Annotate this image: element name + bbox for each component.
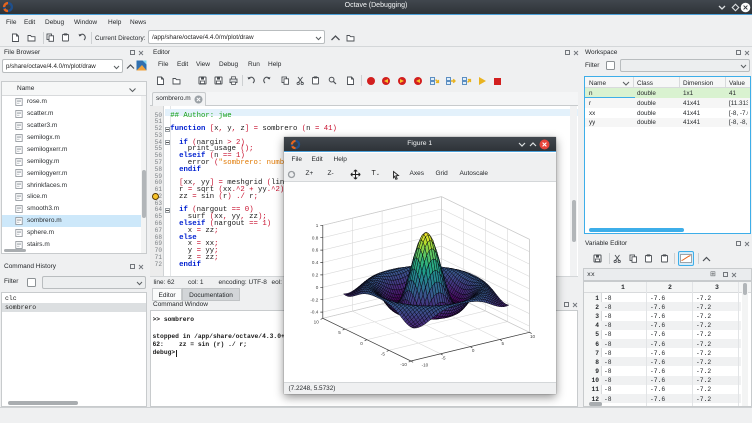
svg-text:0.2: 0.2 (311, 273, 318, 278)
svg-text:0.6: 0.6 (311, 248, 318, 253)
svg-text:1: 1 (315, 223, 318, 228)
svg-text:0.8: 0.8 (311, 235, 318, 240)
svg-text:10: 10 (529, 334, 535, 339)
svg-text:-10: -10 (421, 363, 428, 368)
svg-text:5: 5 (501, 341, 504, 346)
svg-text:-5: -5 (380, 352, 385, 357)
svg-text:0: 0 (471, 348, 474, 353)
svg-text:-0.4: -0.4 (310, 310, 318, 315)
svg-text:0: 0 (315, 285, 318, 290)
svg-text:-5: -5 (441, 355, 446, 360)
svg-text:0.4: 0.4 (311, 260, 318, 265)
svg-text:-10: -10 (400, 362, 407, 367)
svg-text:5: 5 (338, 330, 341, 335)
svg-text:0: 0 (360, 341, 363, 346)
svg-text:-0.2: -0.2 (310, 297, 318, 302)
svg-text:10: 10 (313, 320, 319, 325)
